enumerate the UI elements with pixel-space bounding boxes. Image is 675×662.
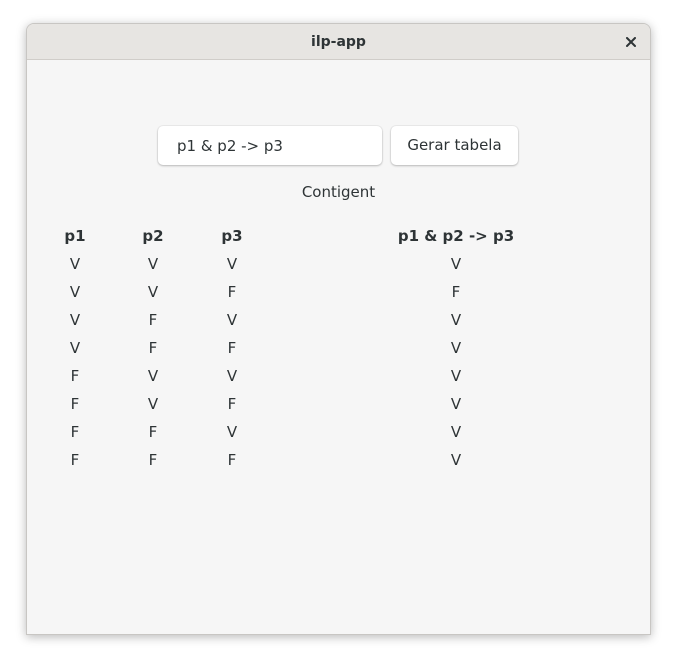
formula-input[interactable]	[158, 126, 382, 165]
table-cell: F	[148, 423, 158, 441]
table-row: F F V V	[27, 418, 650, 446]
table-cell: V	[450, 367, 462, 385]
table-cell: V	[147, 367, 159, 385]
table-cell: F	[227, 451, 237, 469]
table-cell: V	[226, 423, 238, 441]
table-row: V F F V	[27, 334, 650, 362]
table-cell: F	[70, 423, 80, 441]
table-cell: V	[450, 255, 462, 273]
table-cell: V	[147, 395, 159, 413]
table-cell: V	[147, 283, 159, 301]
table-cell: V	[226, 311, 238, 329]
table-row: F F F V	[27, 446, 650, 474]
table-row: F V V V	[27, 362, 650, 390]
table-cell: V	[226, 367, 238, 385]
column-header: p1	[64, 227, 86, 245]
table-row: F V F V	[27, 390, 650, 418]
generate-table-button[interactable]: Gerar tabela	[391, 126, 518, 165]
table-cell: F	[451, 283, 461, 301]
table-row: V F V V	[27, 306, 650, 334]
table-cell: F	[227, 395, 237, 413]
table-cell: V	[147, 255, 159, 273]
column-header: p3	[221, 227, 243, 245]
window-title: ilp-app	[311, 34, 366, 50]
table-cell: F	[70, 367, 80, 385]
table-cell: V	[69, 283, 81, 301]
table-header-row: p1 p2 p3 p1 & p2 -> p3	[27, 222, 650, 250]
table-cell: V	[450, 339, 462, 357]
table-cell: F	[148, 311, 158, 329]
titlebar: ilp-app	[27, 24, 650, 60]
close-button[interactable]	[620, 31, 642, 53]
table-cell: F	[70, 451, 80, 469]
table-cell: V	[226, 255, 238, 273]
table-cell: F	[148, 339, 158, 357]
table-cell: F	[227, 283, 237, 301]
column-header: p2	[142, 227, 164, 245]
table-cell: V	[69, 339, 81, 357]
table-cell: F	[227, 339, 237, 357]
table-cell: V	[450, 395, 462, 413]
truth-table: p1 p2 p3 p1 & p2 -> p3 V V V V V V F F V…	[27, 222, 650, 474]
table-cell: F	[70, 395, 80, 413]
table-cell: V	[450, 451, 462, 469]
table-cell: V	[450, 311, 462, 329]
table-cell: F	[148, 451, 158, 469]
formula-classification: Contigent	[301, 183, 376, 201]
column-header: p1 & p2 -> p3	[397, 227, 515, 245]
app-window: ilp-app Gerar tabela Contigent p1 p2 p3 …	[26, 23, 651, 635]
table-cell: V	[450, 423, 462, 441]
table-row: V V F F	[27, 278, 650, 306]
table-row: V V V V	[27, 250, 650, 278]
table-cell: V	[69, 255, 81, 273]
table-cell: V	[69, 311, 81, 329]
close-icon	[626, 37, 636, 47]
